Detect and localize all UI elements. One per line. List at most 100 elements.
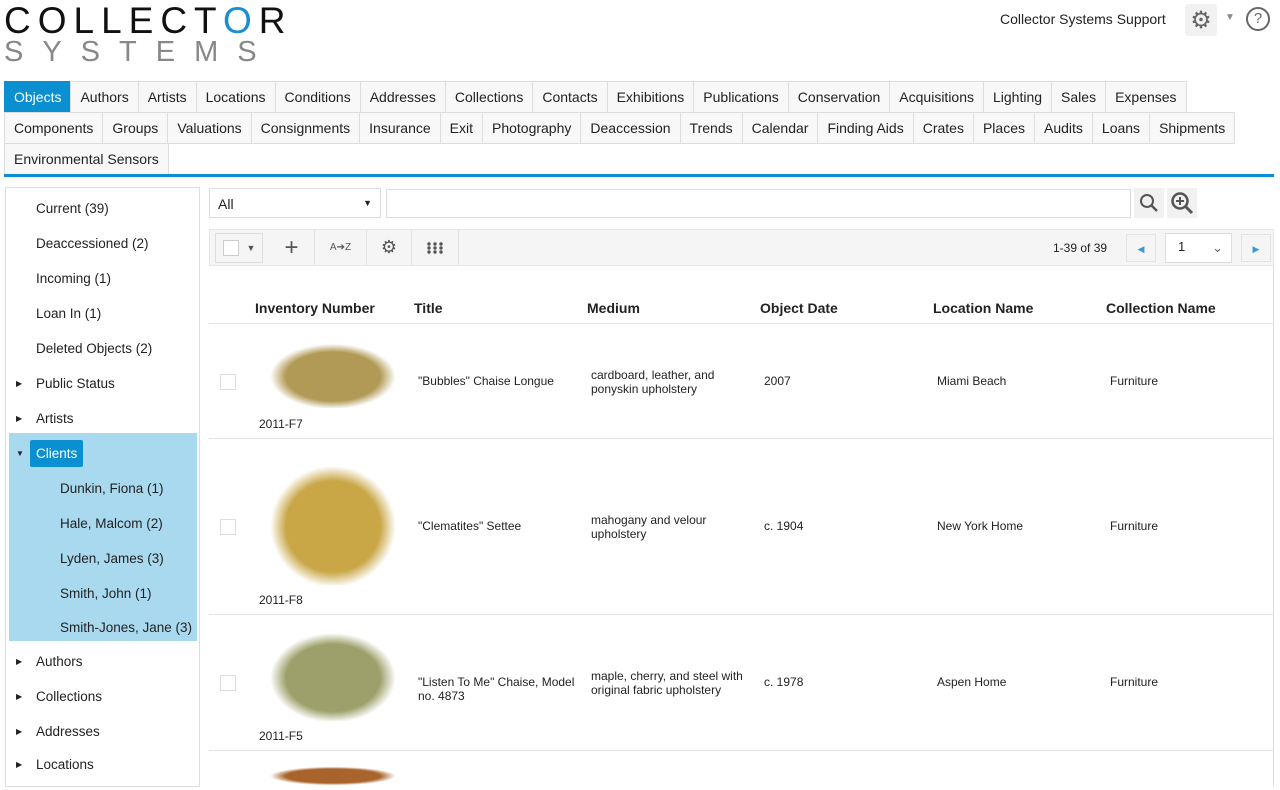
search-input[interactable] [386, 189, 1131, 218]
object-thumbnail[interactable] [259, 625, 407, 721]
sidebar-item[interactable]: ▶ Collections [6, 679, 199, 714]
tab-addresses[interactable]: Addresses [359, 81, 446, 113]
sidebar-item[interactable]: ▶ Locations [6, 747, 199, 782]
cell-title[interactable]: "Clematites" Settee [418, 519, 578, 533]
settings-button[interactable]: ⚙ [1185, 4, 1217, 36]
tab-calendar[interactable]: Calendar [741, 112, 819, 144]
cell-title[interactable]: "Listen To Me" Chaise, Model no. 4873 [418, 675, 578, 703]
table-row[interactable] [209, 750, 1274, 790]
zoom-in-icon [1171, 192, 1194, 215]
sidebar-item[interactable]: ▶ Public Status [6, 366, 199, 401]
filter-select[interactable]: All ▼ [209, 188, 381, 218]
tab-publications[interactable]: Publications [693, 81, 789, 113]
tab-artists[interactable]: Artists [137, 81, 197, 113]
sidebar-item[interactable]: Smith, John (1) [6, 576, 199, 611]
user-name[interactable]: Collector Systems Support [1000, 11, 1166, 27]
settings-button[interactable]: ⚙ [367, 230, 412, 265]
tab-insurance[interactable]: Insurance [359, 112, 441, 144]
cell-inv[interactable]: 2011-F7 [259, 417, 303, 431]
col-collection-name[interactable]: Collection Name [1106, 300, 1216, 316]
object-thumbnail[interactable] [259, 338, 407, 408]
sidebar-item[interactable]: Current (39) [6, 191, 199, 226]
logo-systems: SYSTEMS [4, 36, 276, 68]
table-row[interactable]: 2011-F5 "Listen To Me" Chaise, Model no. … [209, 614, 1274, 750]
row-checkbox[interactable] [220, 373, 236, 390]
select-all-checkbox[interactable] [222, 240, 239, 256]
tab-crates[interactable]: Crates [912, 112, 974, 144]
advanced-search-button[interactable] [1167, 188, 1197, 218]
col-medium[interactable]: Medium [587, 300, 640, 316]
caret-right-icon[interactable]: ▶ [16, 692, 22, 701]
row-checkbox[interactable] [220, 675, 236, 691]
sidebar-item[interactable]: Lyden, James (3) [6, 541, 199, 576]
tab-shipments[interactable]: Shipments [1149, 112, 1236, 144]
col-title[interactable]: Title [414, 300, 443, 316]
caret-right-icon[interactable]: ▶ [16, 414, 22, 423]
grid-view-button[interactable] [412, 230, 459, 265]
caret-right-icon[interactable]: ▶ [16, 760, 22, 769]
tab-objects[interactable]: Objects [4, 81, 72, 113]
sidebar-item[interactable]: ▶ Artists [6, 401, 199, 436]
search-button[interactable] [1134, 188, 1164, 218]
sidebar-item[interactable]: Deleted Objects (2) [6, 331, 199, 366]
caret-down-icon[interactable]: ▼ [16, 449, 24, 458]
help-icon[interactable]: ? [1246, 7, 1270, 31]
table-row[interactable]: 2011-F7 "Bubbles" Chaise Longue cardboard,… [209, 323, 1274, 438]
sidebar-item[interactable]: Loan In (1) [6, 296, 199, 331]
cell-inv[interactable]: 2011-F8 [259, 593, 303, 607]
page-select[interactable]: 1 ⌄ [1165, 233, 1232, 263]
tab-expenses[interactable]: Expenses [1105, 81, 1187, 113]
sidebar-item-label: Lyden, James (3) [60, 551, 164, 566]
tab-locations[interactable]: Locations [195, 81, 276, 113]
tab-conservation[interactable]: Conservation [787, 81, 891, 113]
caret-right-icon[interactable]: ▶ [16, 727, 22, 736]
tab-sales[interactable]: Sales [1051, 81, 1107, 113]
cell-inv[interactable]: 2011-F5 [259, 729, 303, 743]
tab-environmental-sensors[interactable]: Environmental Sensors [4, 143, 169, 175]
sidebar-item[interactable]: Hale, Malcom (2) [6, 506, 199, 541]
row-checkbox[interactable] [220, 519, 236, 535]
col-object-date[interactable]: Object Date [760, 300, 838, 316]
tab-collections[interactable]: Collections [444, 81, 534, 113]
tab-consignments[interactable]: Consignments [250, 112, 361, 144]
tab-photography[interactable]: Photography [481, 112, 582, 144]
sort-button[interactable]: A➔Z [315, 230, 367, 265]
tab-loans[interactable]: Loans [1091, 112, 1151, 144]
tab-contacts[interactable]: Contacts [532, 81, 608, 113]
object-thumbnail[interactable] [259, 455, 407, 585]
tab-trends[interactable]: Trends [679, 112, 743, 144]
select-all-dropdown[interactable]: ▼ [215, 233, 263, 263]
table-row[interactable]: 2011-F8 "Clematites" Settee mahogany and v… [209, 438, 1274, 614]
tab-exhibitions[interactable]: Exhibitions [606, 81, 695, 113]
sidebar-item[interactable]: ▶ Authors [6, 644, 199, 679]
tab-lighting[interactable]: Lighting [983, 81, 1053, 113]
sidebar-item[interactable]: Smith-Jones, Jane (3) [6, 610, 199, 645]
sidebar-item[interactable]: ▶ Addresses [6, 714, 199, 749]
tab-groups[interactable]: Groups [102, 112, 169, 144]
tab-places[interactable]: Places [972, 112, 1035, 144]
col-inventory-number[interactable]: Inventory Number [255, 300, 375, 316]
caret-right-icon[interactable]: ▶ [16, 657, 22, 666]
tab-valuations[interactable]: Valuations [167, 112, 252, 144]
sidebar-item[interactable]: Dunkin, Fiona (1) [6, 471, 199, 506]
sidebar-item[interactable]: ▼ Clients [6, 436, 199, 471]
add-button[interactable]: + [269, 230, 315, 265]
object-thumbnail[interactable] [259, 765, 407, 785]
settings-dropdown-icon[interactable]: ▼ [1225, 12, 1235, 23]
sidebar-item[interactable]: Incoming (1) [6, 261, 199, 296]
caret-right-icon[interactable]: ▶ [16, 379, 22, 388]
cell-collection: Furniture [1110, 373, 1159, 388]
tab-deaccession[interactable]: Deaccession [580, 112, 681, 144]
tab-acquisitions[interactable]: Acquisitions [889, 81, 984, 113]
sidebar-item[interactable]: Deaccessioned (2) [6, 226, 199, 261]
prev-page-button[interactable]: ◀ [1126, 234, 1156, 262]
tab-exit[interactable]: Exit [439, 112, 483, 144]
tab-audits[interactable]: Audits [1033, 112, 1093, 144]
tab-components[interactable]: Components [4, 112, 104, 144]
cell-title[interactable]: "Bubbles" Chaise Longue [418, 374, 578, 388]
col-location-name[interactable]: Location Name [933, 300, 1033, 316]
tab-conditions[interactable]: Conditions [274, 81, 361, 113]
tab-authors[interactable]: Authors [70, 81, 139, 113]
next-page-button[interactable]: ▶ [1241, 234, 1271, 262]
tab-finding-aids[interactable]: Finding Aids [817, 112, 914, 144]
